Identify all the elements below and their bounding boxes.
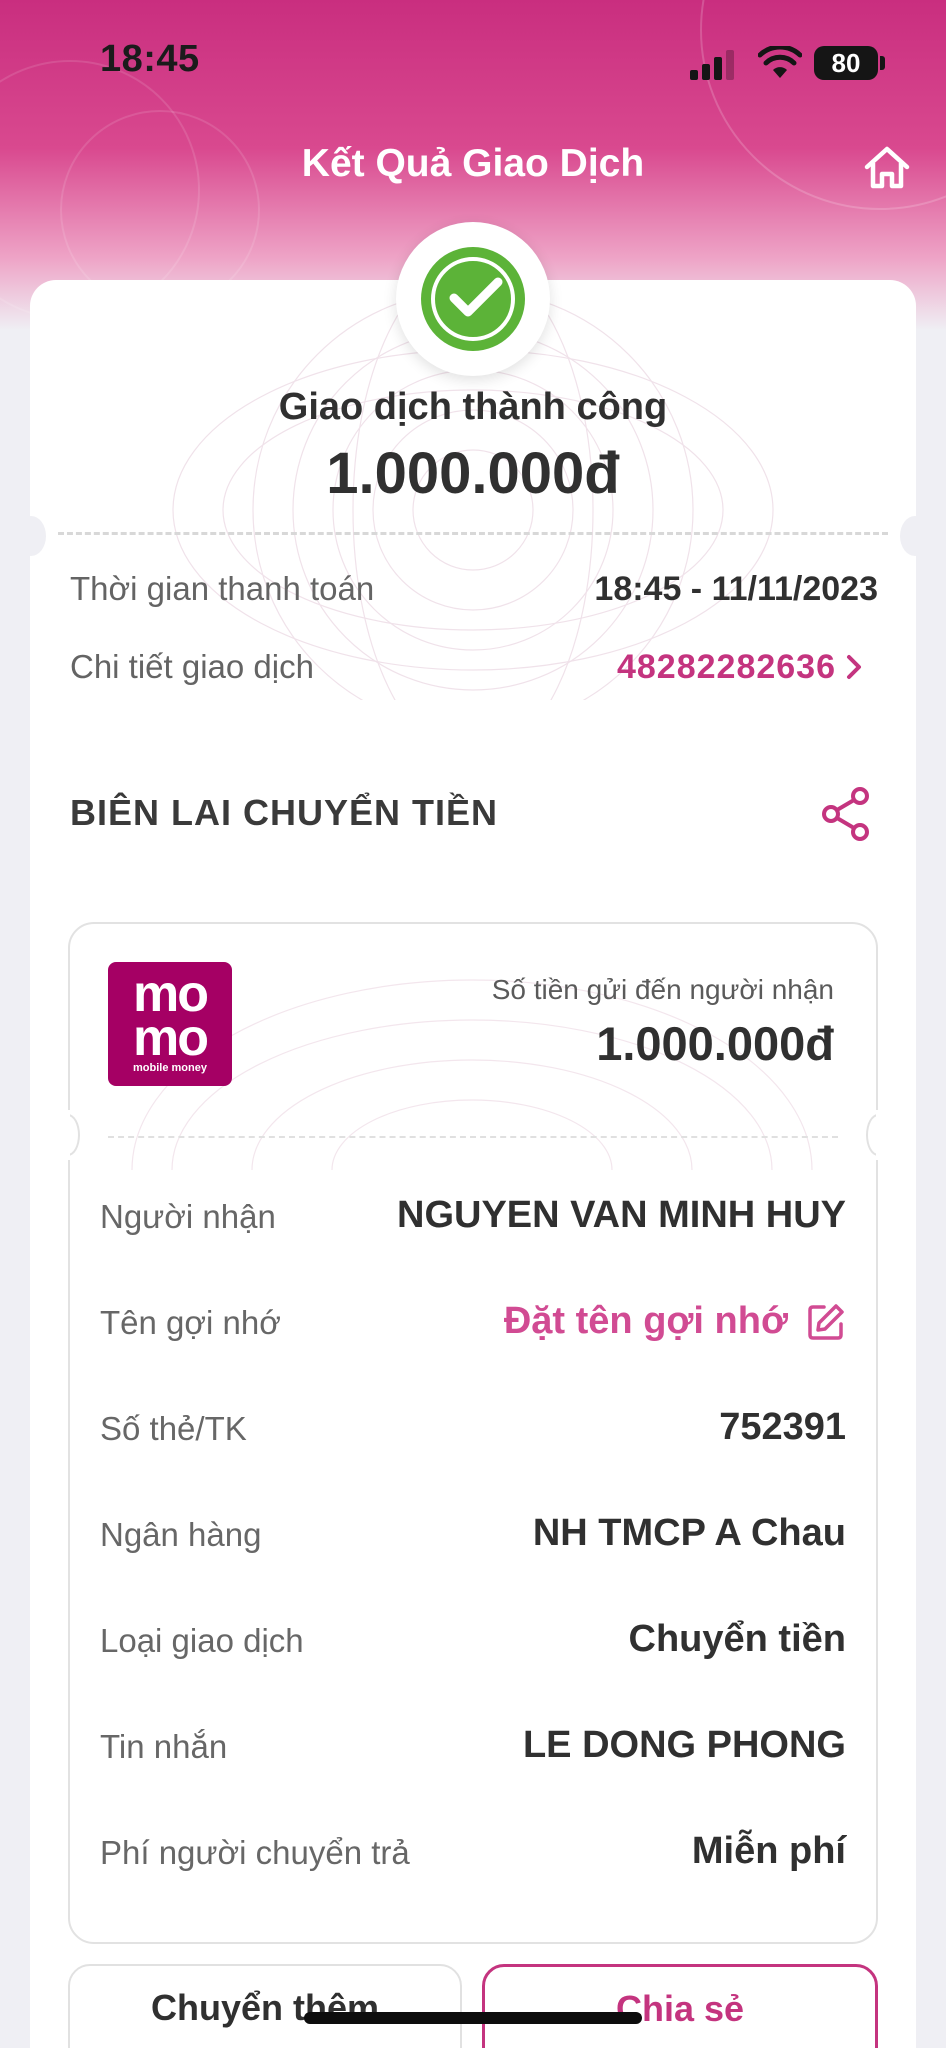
transaction-type-value: Chuyển tiền [628,1618,846,1660]
ticket-notch-right [900,516,930,556]
momo-logo: mo mo mobile money [108,962,232,1086]
wifi-icon [758,46,802,78]
set-nickname-link[interactable]: Đặt tên gợi nhớ [504,1300,788,1343]
ticket-notch-left [16,516,46,556]
transaction-id-link[interactable]: 48282282636 [617,648,836,687]
bank-label: Ngân hàng [100,1516,262,1553]
transaction-type-label: Loại giao dịch [100,1622,304,1659]
nickname-row[interactable]: Tên gợi nhớ Đặt tên gợi nhớ [100,1300,846,1346]
receipt-divider [108,1136,838,1138]
payment-time-label: Thời gian thanh toán [70,570,375,607]
home-icon[interactable] [862,144,912,190]
fee-label: Phí người chuyển trả [100,1834,410,1871]
battery-indicator: 80 [814,46,878,80]
transfer-more-button[interactable]: Chuyển thêm [68,1964,462,2048]
received-amount: 1.000.000đ [596,1017,834,1070]
fee-row: Phí người chuyển trả Miễn phí [100,1830,846,1876]
divider [58,532,888,535]
account-number-label: Số thẻ/TK [100,1410,247,1447]
payment-time-value: 18:45 - 11/11/2023 [594,570,878,608]
payment-time-row: Thời gian thanh toán 18:45 - 11/11/2023 [70,570,878,614]
edit-icon[interactable] [806,1302,846,1342]
transaction-status: Giao dịch thành công [278,386,668,428]
nickname-label: Tên gợi nhớ [100,1304,281,1341]
transaction-amount: 1.000.000đ [326,441,620,506]
message-value: LE DONG PHONG [522,1724,846,1766]
signal-icon [690,50,734,80]
status-time: 18:45 [100,38,200,80]
receipt-section-title: BIÊN LAI CHUYỂN TIỀN [70,792,499,833]
account-number-value: 752391 [719,1406,846,1448]
status-bar: 18:45 80 [0,0,946,120]
account-number-row: Số thẻ/TK 752391 [100,1406,846,1452]
transaction-detail-row[interactable]: Chi tiết giao dịch 48282282636 [70,648,878,692]
success-badge [396,222,550,376]
battery-tip [880,56,885,70]
message-row: Tin nhắn LE DONG PHONG [100,1724,846,1770]
receiver-row: Người nhận NGUYEN VAN MINH HUY [100,1194,846,1240]
received-amount-label: Số tiền gửi đến người nhận [491,974,834,1005]
share-button[interactable]: Chia sẻ [482,1964,878,2048]
fee-value: Miễn phí [691,1830,846,1872]
page-title: Kết Quả Giao Dịch [301,142,645,185]
share-icon[interactable] [820,786,872,842]
message-label: Tin nhắn [100,1728,228,1765]
transaction-type-row: Loại giao dịch Chuyển tiền [100,1618,846,1664]
transaction-detail-label: Chi tiết giao dịch [70,648,314,685]
receiver-value: NGUYEN VAN MINH HUY [397,1194,846,1236]
checkmark-icon [421,247,525,351]
bank-value: NH TMCP A Chau [532,1512,846,1554]
bank-row: Ngân hàng NH TMCP A Chau [100,1512,846,1558]
chevron-right-icon[interactable] [846,654,862,680]
receiver-label: Người nhận [100,1198,276,1235]
home-indicator [304,2012,642,2024]
